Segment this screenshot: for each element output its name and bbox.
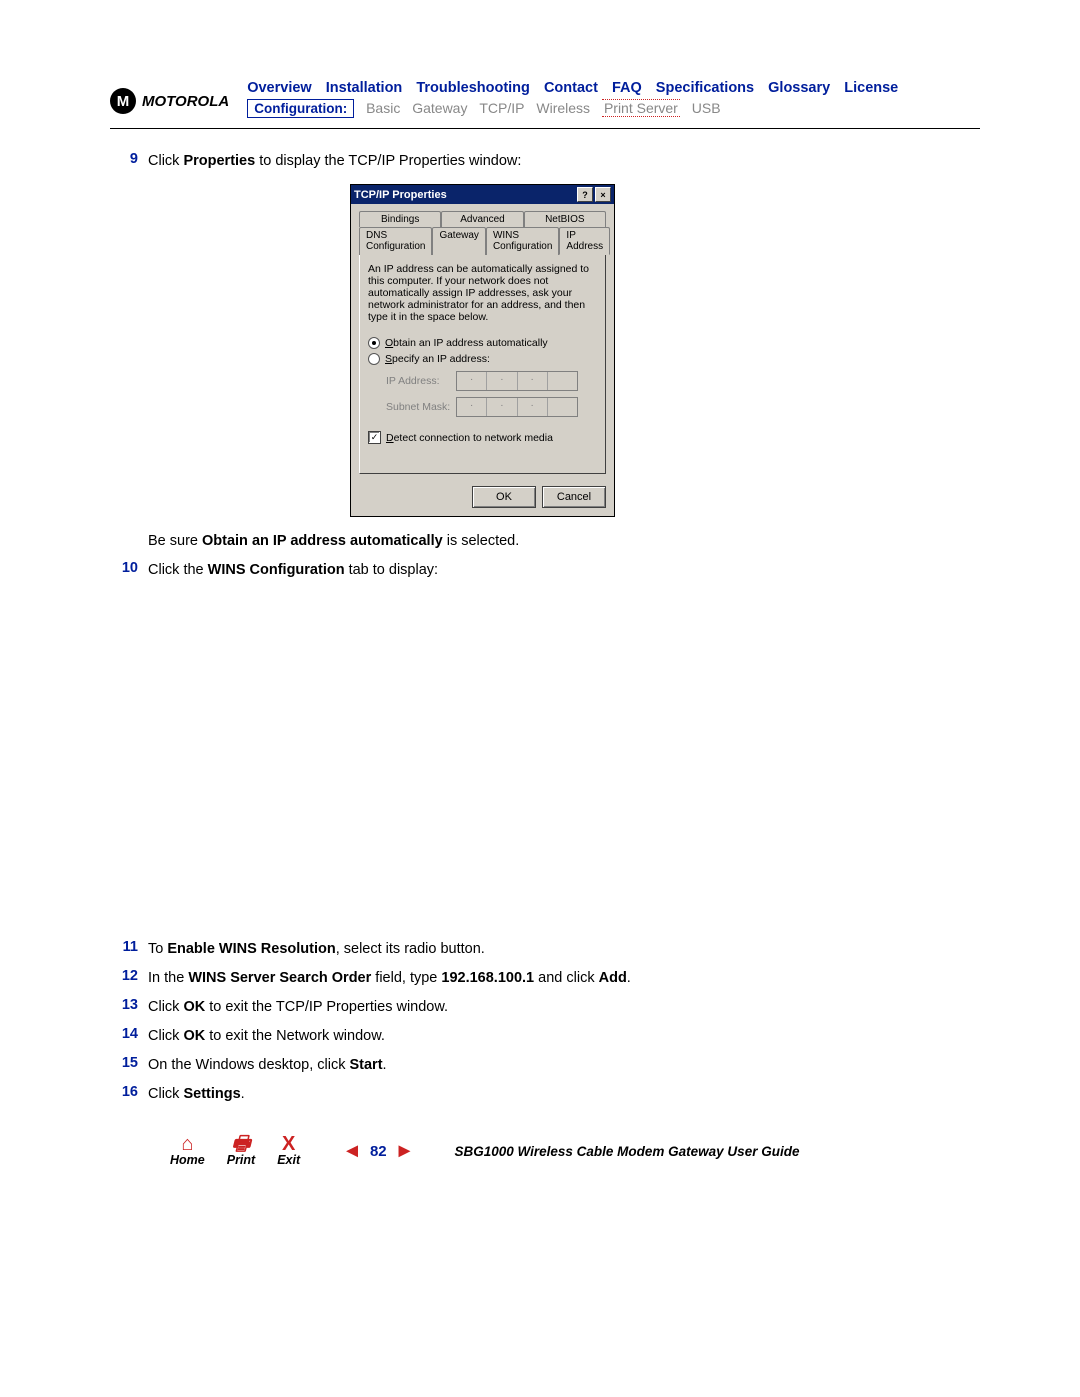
tab-bindings[interactable]: Bindings — [359, 211, 441, 227]
step-13: 13 Click OK to exit the TCP/IP Propertie… — [110, 997, 980, 1018]
step-10-number: 10 — [110, 560, 148, 576]
document-page: M MOTOROLA Overview Installation Trouble… — [0, 0, 1080, 1207]
subnet-mask-input: ... — [456, 397, 578, 417]
footer-exit-button[interactable]: X Exit — [277, 1135, 300, 1167]
motorola-batwing-icon: M — [110, 88, 136, 114]
radio-obtain-auto-icon — [368, 337, 380, 349]
page-number: 82 — [370, 1143, 387, 1160]
footer-exit-label: Exit — [277, 1153, 300, 1167]
nav-block: Overview Installation Troubleshooting Co… — [247, 80, 980, 118]
detect-connection-checkbox[interactable]: ✓ Detect connection to network media — [368, 431, 597, 444]
next-page-icon[interactable]: ► — [395, 1140, 415, 1163]
radio-specify[interactable]: Specify an IP address: — [368, 353, 597, 365]
cancel-button[interactable]: Cancel — [542, 486, 606, 508]
tab-gateway[interactable]: Gateway — [432, 227, 485, 255]
step-9-number: 9 — [110, 151, 148, 167]
nav-faq[interactable]: FAQ — [612, 80, 642, 96]
step-15-text: On the Windows desktop, click Start. — [148, 1055, 980, 1076]
step-16: 16 Click Settings. — [110, 1084, 980, 1105]
step-15-number: 15 — [110, 1055, 148, 1071]
sub-nav-configuration: Configuration: — [247, 99, 354, 118]
step-13-number: 13 — [110, 997, 148, 1013]
exit-icon: X — [277, 1135, 300, 1153]
step-15: 15 On the Windows desktop, click Start. — [110, 1055, 980, 1076]
footer-print-button[interactable]: 🖶 Print — [227, 1135, 255, 1167]
sub-nav-gateway[interactable]: Gateway — [412, 100, 467, 116]
header-divider — [110, 128, 980, 129]
dialog-button-row: OK Cancel — [351, 482, 614, 516]
step-9: 9 Click Properties to display the TCP/IP… — [110, 151, 980, 172]
radio-obtain-auto[interactable]: Obtain an IP address automatically — [368, 337, 597, 349]
tab-advanced[interactable]: Advanced — [441, 211, 523, 227]
pager: ◄ 82 ► — [342, 1140, 414, 1163]
sub-nav-basic[interactable]: Basic — [366, 100, 400, 116]
nav-license[interactable]: License — [844, 80, 898, 96]
footer-home-label: Home — [170, 1153, 205, 1167]
step-10-text: Click the WINS Configuration tab to disp… — [148, 560, 980, 581]
sub-nav-usb[interactable]: USB — [692, 100, 721, 116]
dialog-tab-row-1: Bindings Advanced NetBIOS — [359, 210, 606, 226]
footer-home-button[interactable]: ⌂ Home — [170, 1135, 205, 1167]
guide-title: SBG1000 Wireless Cable Modem Gateway Use… — [454, 1144, 799, 1159]
step-13-text: Click OK to exit the TCP/IP Properties w… — [148, 997, 980, 1018]
step-16-number: 16 — [110, 1084, 148, 1100]
nav-specifications[interactable]: Specifications — [656, 80, 754, 96]
ip-blurb: An IP address can be automatically assig… — [368, 263, 597, 323]
dialog-title: TCP/IP Properties — [354, 189, 575, 201]
step-11-number: 11 — [110, 939, 148, 955]
radio-specify-icon — [368, 353, 380, 365]
step-12-number: 12 — [110, 968, 148, 984]
step-9-text: Click Properties to display the TCP/IP P… — [148, 151, 980, 172]
checkbox-checked-icon: ✓ — [368, 431, 381, 444]
step-9b-text: Be sure Obtain an IP address automatical… — [148, 531, 980, 552]
tab-wins-configuration[interactable]: WINS Configuration — [486, 227, 559, 255]
subnet-mask-field: Subnet Mask: ... — [386, 397, 597, 417]
step-9b: Be sure Obtain an IP address automatical… — [110, 531, 980, 552]
motorola-logo: M MOTOROLA — [110, 88, 229, 114]
nav-contact[interactable]: Contact — [544, 80, 598, 96]
tcpip-properties-dialog: TCP/IP Properties ? × Bindings Advanced … — [350, 184, 615, 517]
tab-dns-configuration[interactable]: DNS Configuration — [359, 227, 432, 255]
step-10: 10 Click the WINS Configuration tab to d… — [110, 560, 980, 581]
sub-nav-tcpip[interactable]: TCP/IP — [479, 100, 524, 116]
sub-nav-wireless[interactable]: Wireless — [536, 100, 590, 116]
subnet-mask-label: Subnet Mask: — [386, 401, 456, 413]
step-14-number: 14 — [110, 1026, 148, 1042]
nav-installation[interactable]: Installation — [326, 80, 403, 96]
dialog-titlebar: TCP/IP Properties ? × — [351, 185, 614, 204]
page-footer: ⌂ Home 🖶 Print X Exit ◄ 82 ► SBG1000 Wir… — [110, 1135, 980, 1167]
step-11-text: To Enable WINS Resolution, select its ra… — [148, 939, 980, 960]
tcpip-properties-screenshot: TCP/IP Properties ? × Bindings Advanced … — [350, 184, 980, 517]
step-11: 11 To Enable WINS Resolution, select its… — [110, 939, 980, 960]
step-14: 14 Click OK to exit the Network window. — [110, 1026, 980, 1047]
step-16-text: Click Settings. — [148, 1084, 980, 1105]
print-icon: 🖶 — [227, 1135, 255, 1153]
nav-troubleshooting[interactable]: Troubleshooting — [416, 80, 530, 96]
footer-print-label: Print — [227, 1153, 255, 1167]
dialog-close-button[interactable]: × — [595, 187, 611, 202]
home-icon: ⌂ — [170, 1135, 205, 1153]
prev-page-icon[interactable]: ◄ — [342, 1140, 362, 1163]
step-14-text: Click OK to exit the Network window. — [148, 1026, 980, 1047]
dialog-tab-row-2: DNS Configuration Gateway WINS Configura… — [359, 226, 606, 254]
ip-address-input: ... — [456, 371, 578, 391]
step-12: 12 In the WINS Server Search Order field… — [110, 968, 980, 989]
ip-address-label: IP Address: — [386, 375, 456, 387]
ip-address-field: IP Address: ... — [386, 371, 597, 391]
top-nav: Overview Installation Troubleshooting Co… — [247, 80, 980, 96]
tab-netbios[interactable]: NetBIOS — [524, 211, 606, 227]
header-row: M MOTOROLA Overview Installation Trouble… — [110, 80, 980, 118]
nav-glossary[interactable]: Glossary — [768, 80, 830, 96]
sub-nav: Configuration: Basic Gateway TCP/IP Wire… — [247, 99, 980, 118]
sub-nav-print-server[interactable]: Print Server — [602, 99, 680, 117]
motorola-wordmark: MOTOROLA — [142, 93, 229, 110]
tab-ip-address[interactable]: IP Address — [559, 227, 610, 255]
nav-overview[interactable]: Overview — [247, 80, 312, 96]
dialog-help-button[interactable]: ? — [577, 187, 593, 202]
step-12-text: In the WINS Server Search Order field, t… — [148, 968, 980, 989]
dialog-body: Bindings Advanced NetBIOS DNS Configurat… — [351, 204, 614, 482]
ok-button[interactable]: OK — [472, 486, 536, 508]
image-placeholder-gap — [110, 589, 980, 939]
ip-address-tab-pane: An IP address can be automatically assig… — [359, 254, 606, 474]
